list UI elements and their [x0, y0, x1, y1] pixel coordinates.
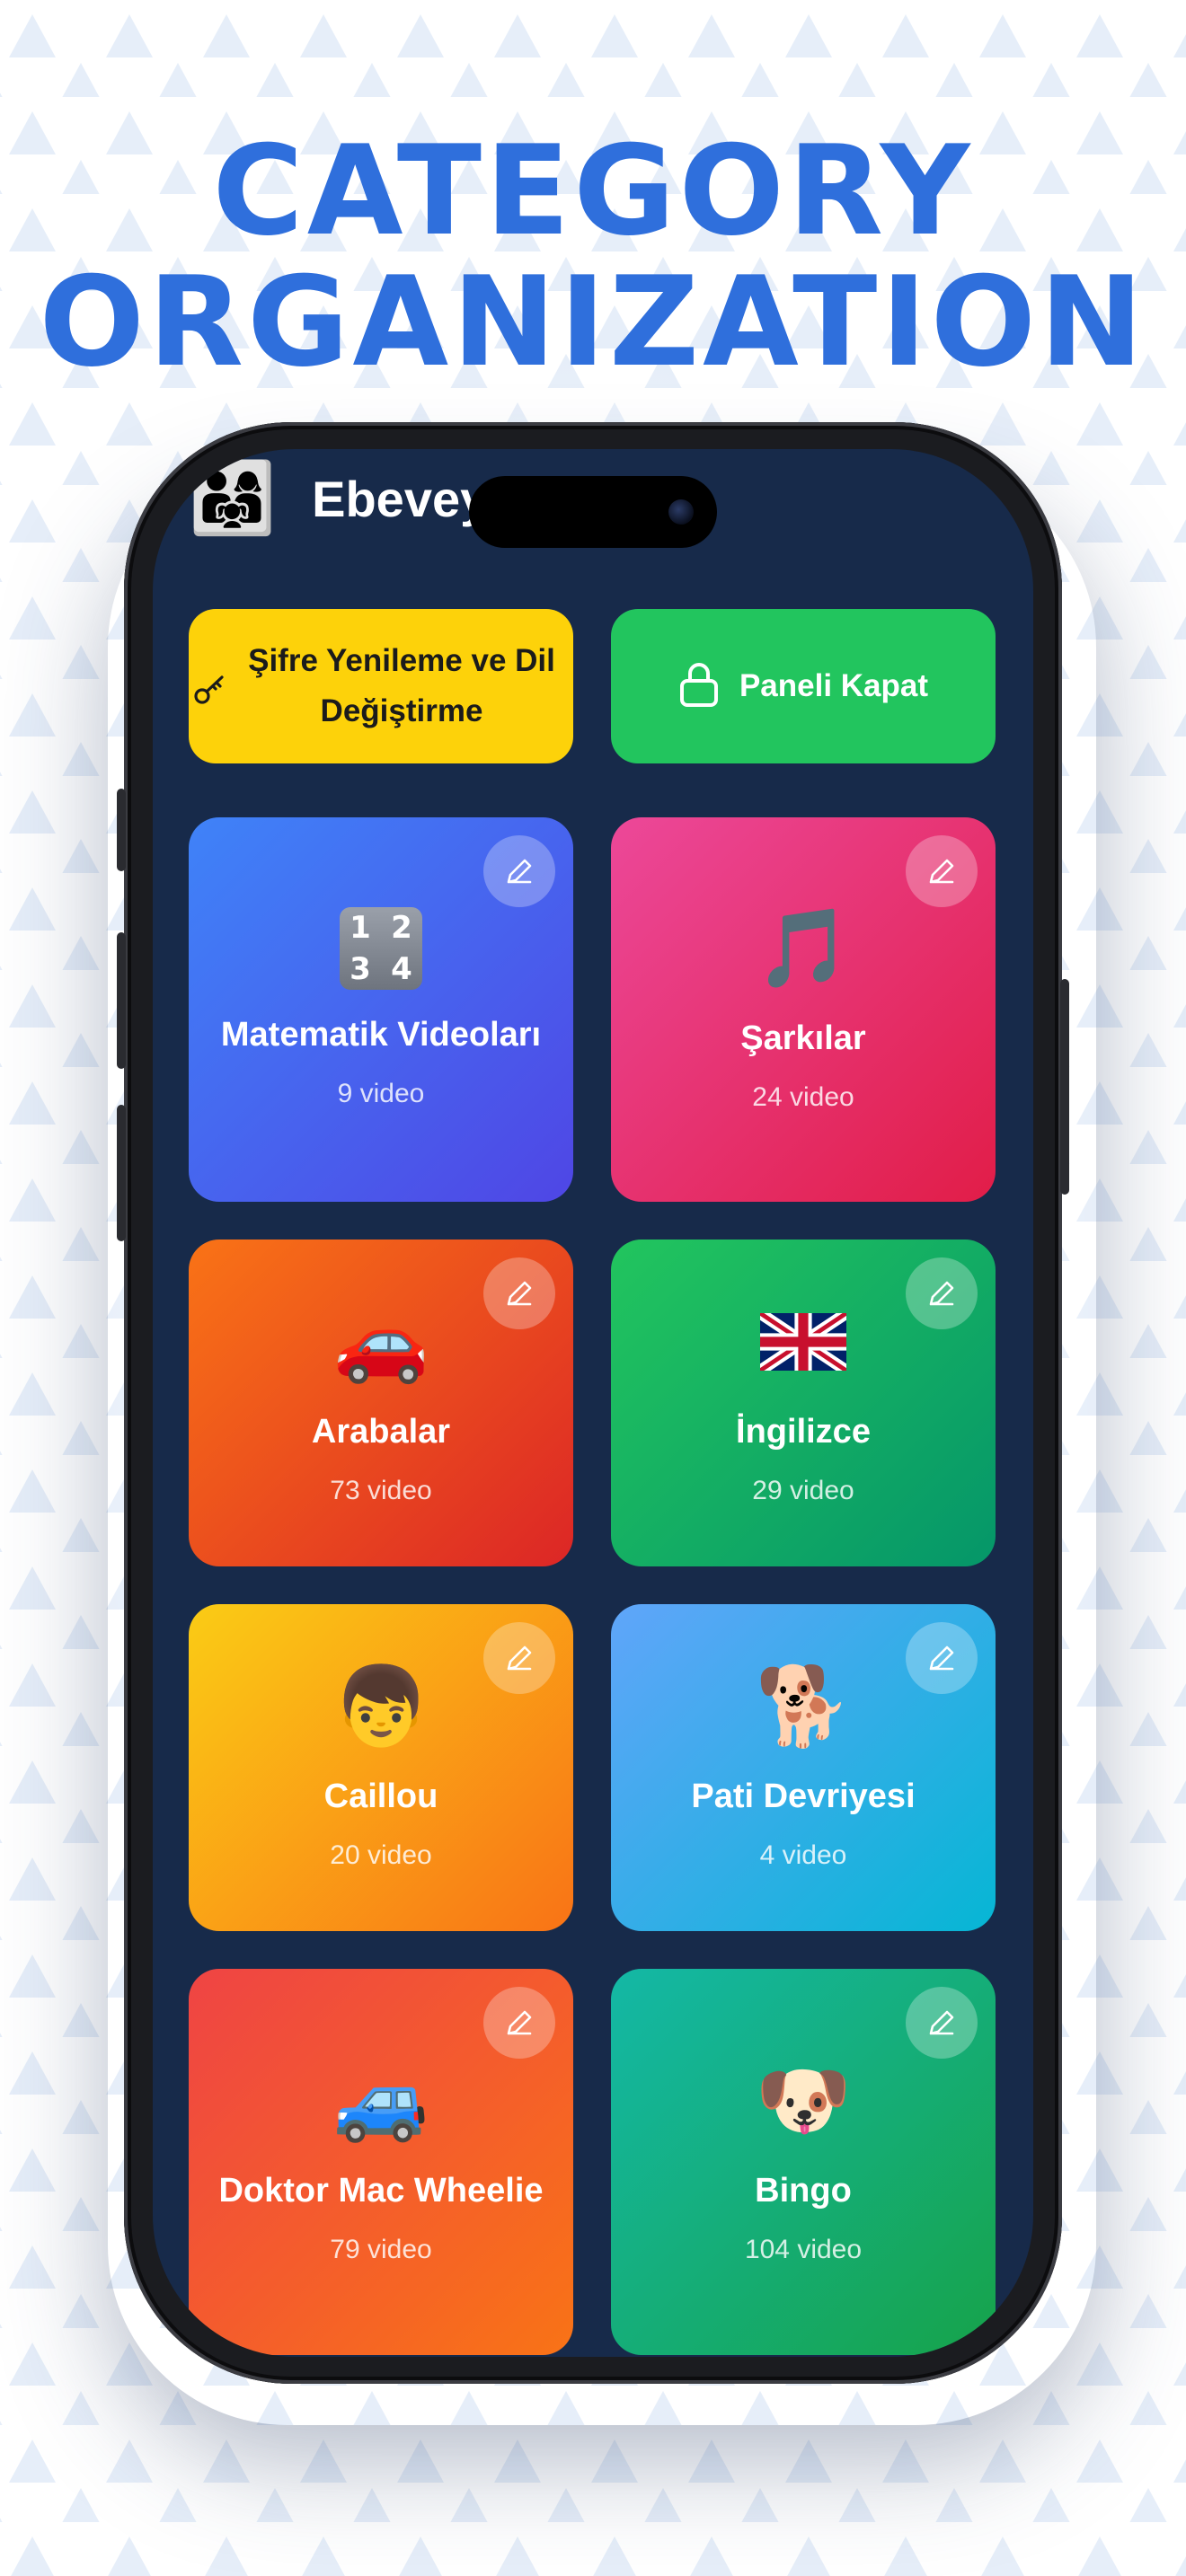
volume-down-button: [117, 1105, 126, 1241]
family-avatar-icon: 👨‍👩‍👧: [189, 458, 277, 539]
video-count: 73 video: [330, 1476, 432, 1505]
video-count: 20 video: [330, 1840, 432, 1870]
category-name: Doktor Mac Wheelie: [218, 2172, 544, 2210]
category-name: Pati Devriyesi: [691, 1778, 916, 1815]
video-count: 104 video: [744, 2235, 863, 2264]
uk-flag-icon: [760, 1297, 846, 1387]
pencil-icon: [507, 859, 532, 884]
close-button-label: Paneli Kapat: [739, 668, 929, 703]
app-screen: 👨‍👩‍👧 Ebeveyn Paneli Şifre Yenileme ve D…: [153, 449, 1033, 2357]
video-count: 9 video: [337, 1079, 425, 1108]
edit-category-button[interactable]: [483, 835, 555, 907]
puppy-face-icon: 🐶: [755, 2056, 852, 2146]
dynamic-island: [469, 476, 717, 548]
video-count: 4 video: [759, 1840, 847, 1870]
boy-icon: 👦: [332, 1662, 429, 1751]
headline-line-2: ORGANIZATION: [39, 250, 1147, 394]
category-name: Matematik Videoları: [220, 1016, 542, 1054]
dog-icon: 🐕: [755, 1662, 852, 1751]
reset-button-label: Şifre Yenileme ve Dil Değiştirme: [248, 643, 555, 728]
pencil-icon: [507, 2010, 532, 2035]
category-card-caillou[interactable]: 👦 Caillou 20 video: [189, 1604, 573, 1931]
edit-category-button[interactable]: [906, 1987, 978, 2059]
category-name: Caillou: [323, 1778, 438, 1815]
video-count: 79 video: [330, 2235, 432, 2264]
key-icon: [192, 672, 226, 710]
video-count: 29 video: [752, 1476, 854, 1505]
category-card-ingilizce[interactable]: İngilizce 29 video: [611, 1239, 996, 1566]
reset-password-language-button[interactable]: Şifre Yenileme ve Dil Değiştirme: [189, 609, 573, 763]
category-card-sarkilar[interactable]: 🎵 Şarkılar 24 video: [611, 817, 996, 1202]
numbers-icon: 1234: [340, 907, 422, 990]
suv-icon: 🚙: [332, 2056, 429, 2146]
category-card-pati-devriyesi[interactable]: 🐕 Pati Devriyesi 4 video: [611, 1604, 996, 1931]
video-count: 24 video: [752, 1082, 854, 1112]
music-note-icon: 🎵: [755, 904, 852, 993]
category-name: Bingo: [755, 2172, 852, 2210]
car-icon: 🚗: [332, 1297, 429, 1387]
power-button: [1060, 979, 1069, 1195]
category-name: Arabalar: [311, 1413, 451, 1451]
category-name: Şarkılar: [740, 1019, 866, 1057]
close-panel-button[interactable]: Paneli Kapat: [611, 609, 996, 763]
category-card-matematik[interactable]: 1234 Matematik Videoları 9 video: [189, 817, 573, 1202]
category-card-arabalar[interactable]: 🚗 Arabalar 73 video: [189, 1239, 573, 1566]
pencil-icon: [929, 2010, 954, 2035]
action-side-button: [117, 789, 126, 871]
promo-headline: CATEGORY ORGANIZATION: [0, 126, 1186, 388]
edit-category-button[interactable]: [906, 835, 978, 907]
volume-up-button: [117, 932, 126, 1069]
category-card-doktor-mac-wheelie[interactable]: 🚙 Doktor Mac Wheelie 79 video: [189, 1969, 573, 2355]
edit-category-button[interactable]: [483, 1987, 555, 2059]
category-name: İngilizce: [736, 1413, 871, 1451]
lock-icon: [678, 661, 720, 711]
category-card-bingo[interactable]: 🐶 Bingo 104 video: [611, 1969, 996, 2355]
headline-line-1: CATEGORY: [212, 119, 974, 263]
pencil-icon: [929, 859, 954, 884]
camera-lens-icon: [668, 499, 694, 525]
